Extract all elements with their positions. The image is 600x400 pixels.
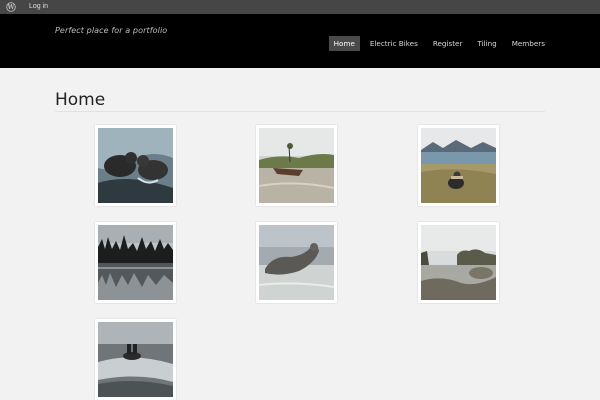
gallery-image	[259, 225, 334, 300]
admin-bar: W Log in	[0, 0, 600, 14]
gallery-image	[98, 225, 173, 300]
nav-item-tiling[interactable]: Tiling	[472, 36, 501, 51]
login-link[interactable]: Log in	[29, 0, 48, 14]
page-title: Home	[55, 90, 106, 110]
gallery-item-rocky-coast[interactable]	[418, 222, 499, 303]
gallery-item-person-on-grass-by-lake[interactable]	[418, 125, 499, 206]
wordpress-icon[interactable]: W	[6, 2, 16, 12]
gallery-item-tree-line-reflection[interactable]	[95, 222, 176, 303]
site-tagline: Perfect place for a portfolio	[55, 26, 168, 35]
site-header: Perfect place for a portfolio Home Elect…	[0, 14, 600, 68]
gallery-image	[98, 128, 173, 203]
gallery-item-boat-on-beach[interactable]	[256, 125, 337, 206]
nav-item-electric-bikes[interactable]: Electric Bikes	[365, 36, 423, 51]
gallery-image	[98, 322, 173, 397]
gallery-item-seals-on-rocks[interactable]	[95, 125, 176, 206]
svg-text:W: W	[7, 4, 15, 11]
title-divider	[55, 111, 545, 112]
nav-item-members[interactable]: Members	[507, 36, 550, 51]
gallery-item-seal-on-sand[interactable]	[256, 222, 337, 303]
nav-item-home[interactable]: Home	[328, 36, 360, 51]
gallery-image	[421, 128, 496, 203]
gallery-image	[421, 225, 496, 300]
nav-item-register[interactable]: Register	[428, 36, 468, 51]
main-nav: Home Electric Bikes Register Tiling Memb…	[324, 36, 550, 51]
gallery-image	[259, 128, 334, 203]
gallery-item-people-on-rock-in-surf[interactable]	[95, 319, 176, 400]
